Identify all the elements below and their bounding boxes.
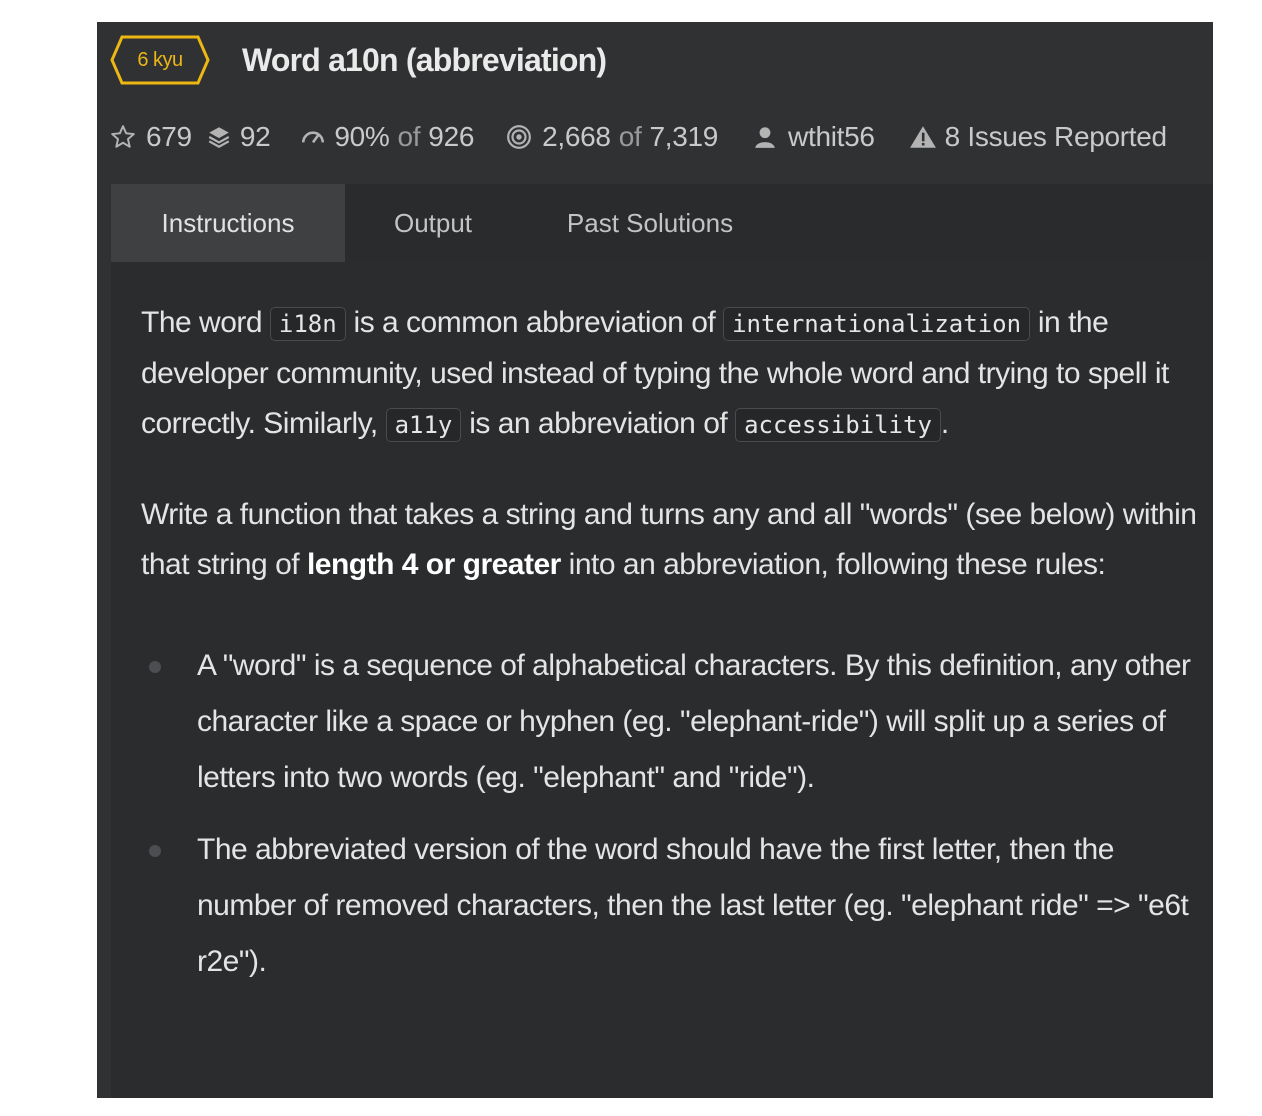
issues-stat[interactable]: 8 Issues Reported (909, 121, 1167, 153)
issues-count: 8 Issues Reported (944, 121, 1167, 152)
kata-description: The word i18n is a common abbreviation o… (141, 298, 1201, 1006)
satisfaction-of: of (397, 121, 421, 152)
author-name: wthit56 (788, 121, 875, 152)
text: is an abbreviation of (461, 407, 736, 440)
satisfaction-percent: 90% (334, 121, 390, 152)
tab-bar: Instructions Output Past Solutions (111, 184, 1213, 262)
layers-icon (208, 127, 230, 148)
list-item: A "word" is a sequence of alphabetical c… (141, 638, 1201, 806)
tab-instructions[interactable]: Instructions (111, 184, 345, 262)
kata-title: Word a10n (abbreviation) (242, 42, 607, 78)
completed-total: 7,319 (649, 121, 719, 152)
satisfaction-total: 926 (428, 121, 475, 152)
description-paragraph: The word i18n is a common abbreviation o… (141, 298, 1201, 450)
warning-icon (909, 126, 936, 148)
kata-panel: 6 kyu Word a10n (abbreviation) 679 92 90… (97, 22, 1213, 1098)
completed-of: of (618, 121, 642, 152)
satisfaction-stat: 90% of 926 (300, 121, 474, 153)
tab-past-solutions[interactable]: Past Solutions (521, 184, 779, 262)
instructions-content: The word i18n is a common abbreviation o… (111, 262, 1213, 1098)
inline-code: a11y (385, 408, 462, 442)
text: into an abbreviation, following these ru… (560, 548, 1106, 581)
target-icon (507, 125, 532, 149)
text: The word (141, 306, 270, 339)
task-paragraph: Write a function that takes a string and… (141, 490, 1201, 590)
inline-code: i18n (269, 307, 346, 341)
rule-text: A "word" is a sequence of alphabetical c… (197, 649, 1191, 794)
kata-stats: 679 92 90% of 926 2,668 of 7,319 wthit56… (110, 119, 1167, 155)
gauge-icon (302, 131, 325, 144)
rank-badge: 6 kyu (110, 35, 210, 85)
rules-list: A "word" is a sequence of alphabetical c… (141, 638, 1201, 990)
collections-stat[interactable]: 92 (206, 121, 271, 153)
completed-count: 2,668 (542, 121, 611, 152)
author-stat[interactable]: wthit56 (752, 121, 875, 153)
inline-code: accessibility (735, 408, 941, 442)
bullet-icon (149, 661, 161, 673)
bullet-icon (149, 845, 161, 857)
stars-stat[interactable]: 679 (110, 121, 192, 153)
list-item: The abbreviated version of the word shou… (141, 822, 1201, 990)
completed-stat: 2,668 of 7,319 (506, 121, 718, 153)
collections-count: 92 (239, 121, 271, 152)
stars-count: 679 (146, 121, 192, 152)
kata-header: 6 kyu Word a10n (abbreviation) 679 92 90… (97, 22, 1213, 184)
rule-text: The abbreviated version of the word shou… (197, 833, 1189, 978)
text: is a common abbreviation of (345, 306, 724, 339)
star-icon (111, 125, 135, 148)
text: . (940, 407, 949, 440)
bold-text: length 4 or greater (306, 548, 561, 581)
inline-code: internationalization (723, 307, 1031, 341)
tab-output[interactable]: Output (345, 184, 521, 262)
user-icon (755, 127, 775, 148)
rank-label: 6 kyu (137, 49, 183, 71)
